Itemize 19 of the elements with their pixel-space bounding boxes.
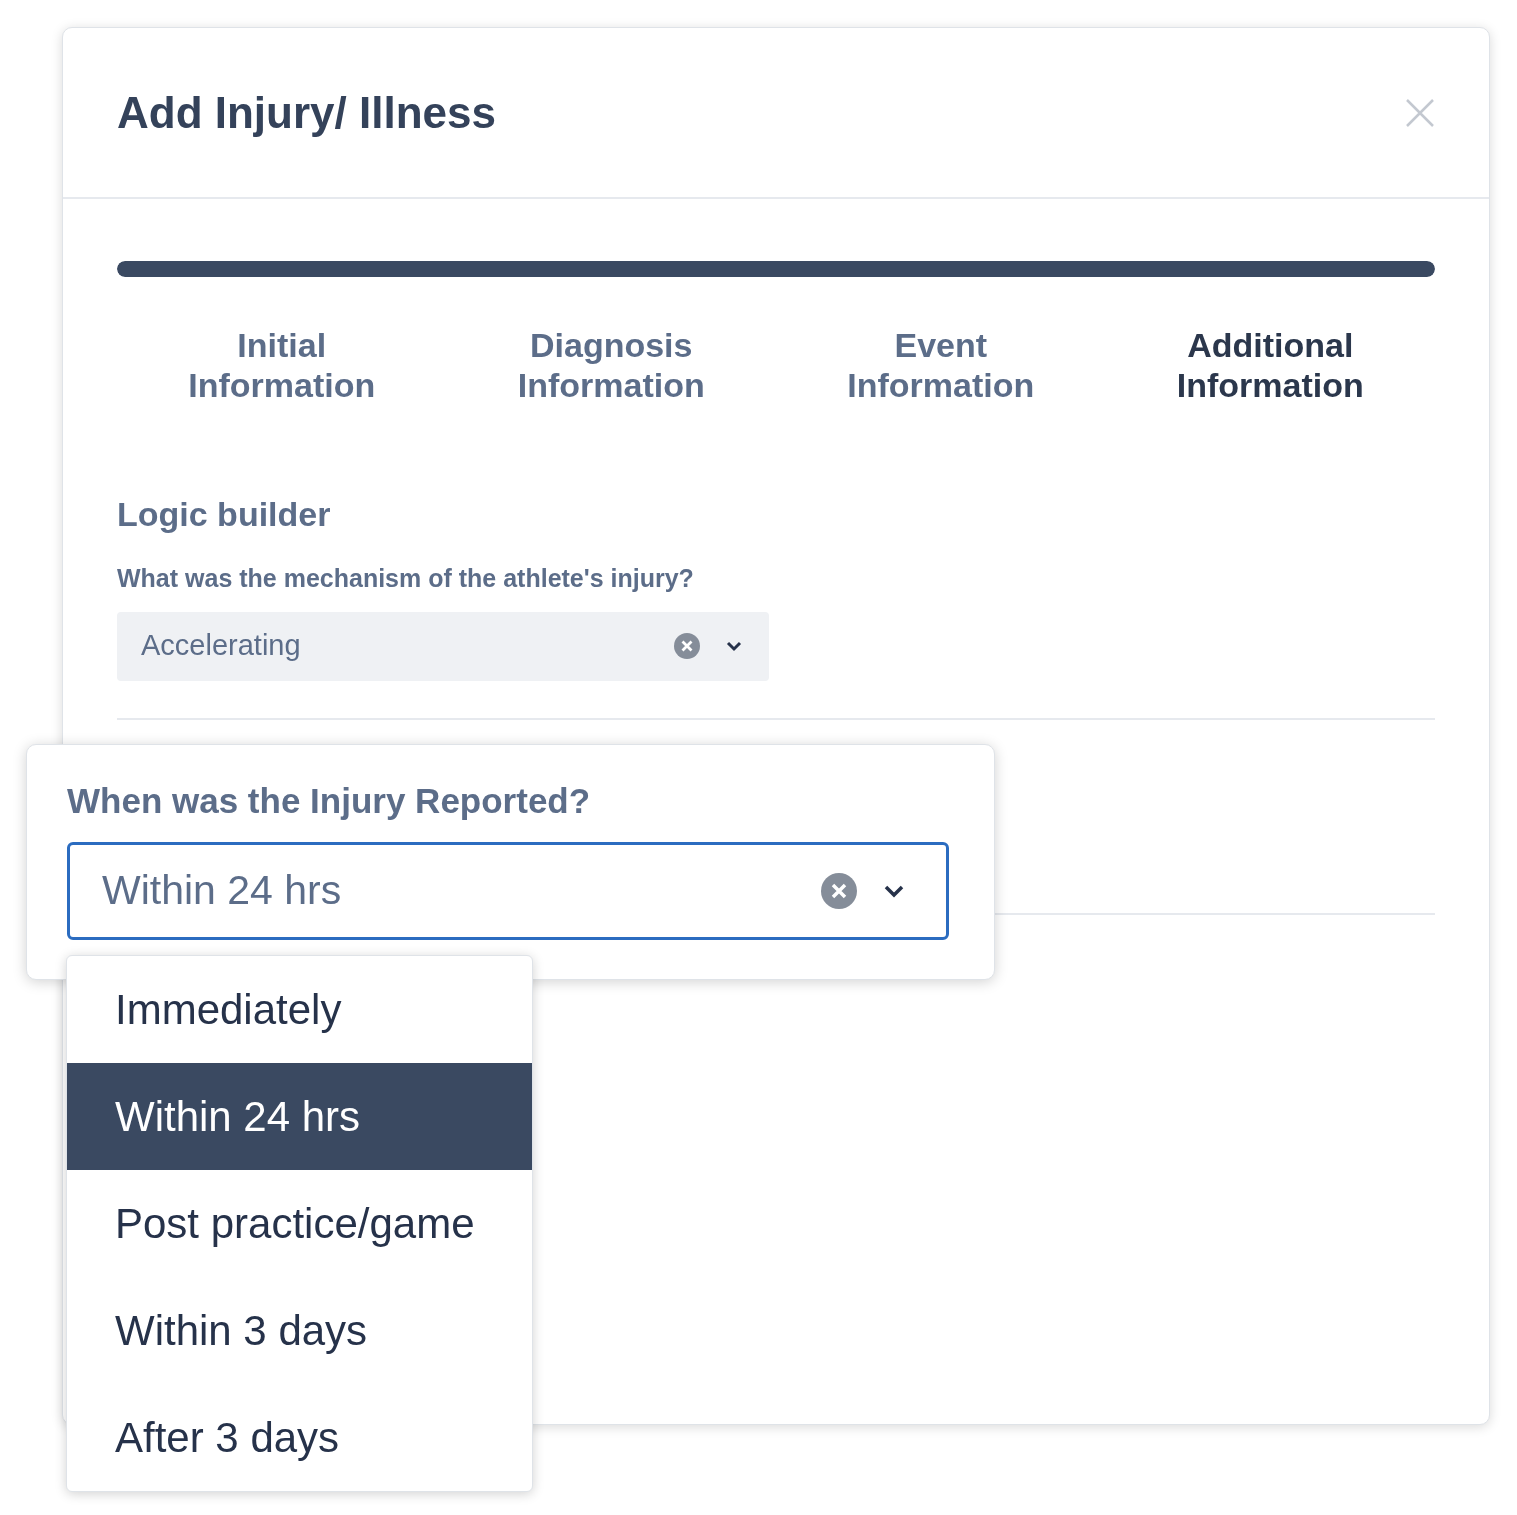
question-label: When was the Injury Reported?	[67, 780, 592, 822]
select-field[interactable]: Accelerating	[117, 611, 769, 681]
select-field[interactable]: Within 24 hrs	[67, 841, 949, 940]
close-icon[interactable]	[1405, 97, 1435, 128]
clear-icon[interactable]	[673, 632, 701, 660]
section-title: Logic builder	[117, 494, 332, 535]
step-tab[interactable]: Additional Information	[1150, 325, 1391, 405]
dropdown-option[interactable]: After 3 days	[67, 1384, 532, 1491]
modal-title: Add Injury/ Illness	[117, 86, 496, 139]
dropdown-option[interactable]: Post practice/game	[67, 1170, 532, 1277]
chevron-down-icon[interactable]	[725, 640, 743, 652]
step-tab[interactable]: Diagnosis Information	[491, 325, 732, 405]
clear-icon[interactable]	[820, 871, 858, 910]
question-label: What was the mechanism of the athlete's injury?	[117, 563, 695, 594]
step-tab[interactable]: Initial Information	[161, 325, 402, 405]
dropdown-option[interactable]: Within 3 days	[67, 1277, 532, 1384]
step-tab[interactable]: Event Information	[820, 325, 1061, 405]
dropdown-option[interactable]: Immediately	[67, 956, 532, 1063]
dropdown-option[interactable]: Within 24 hrs	[67, 1063, 532, 1170]
